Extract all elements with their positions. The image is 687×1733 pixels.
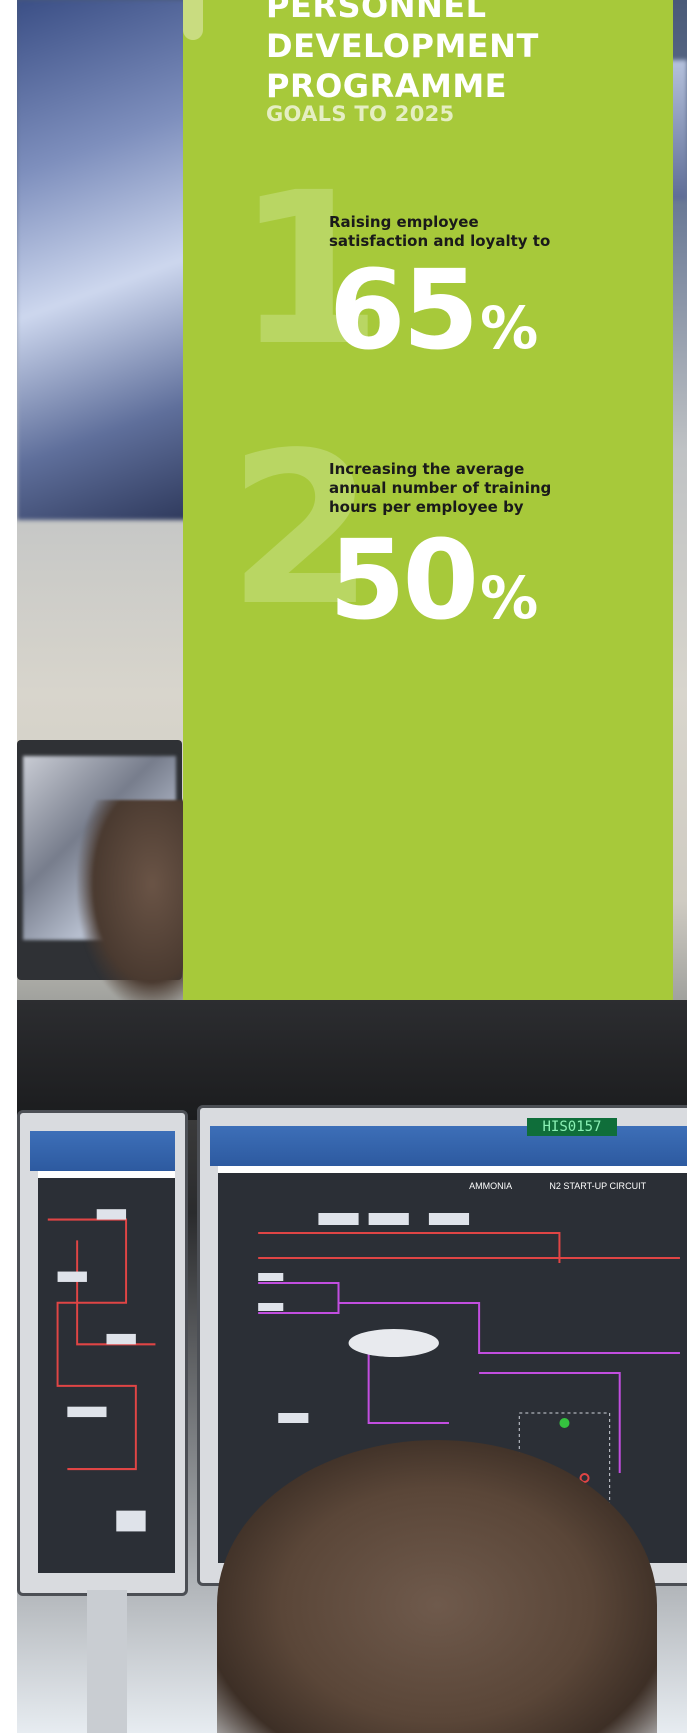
goal-value-unit-2: % <box>480 564 539 632</box>
goal-text-2: Increasing the average annual number of … <box>329 460 552 516</box>
control-desk <box>17 1000 687 1120</box>
left-monitor-diagram <box>38 1178 175 1573</box>
goal-value-unit-1: % <box>480 294 539 362</box>
heading-line-2: DEVELOPMENT <box>266 27 539 65</box>
card-tab-accent <box>183 0 203 40</box>
screen-label-ammonia: AMMONIA <box>469 1181 512 1191</box>
goal-value-number-1: 65 <box>329 246 479 374</box>
screen-label-circuit: N2 START-UP CIRCUIT <box>549 1181 646 1191</box>
heading-line-3: PROGRAMME <box>266 67 508 105</box>
monitor-id-text: HIS0157 <box>542 1119 602 1135</box>
monitor-id-tag: HIS0157 <box>527 1118 617 1136</box>
heading-line-1: PERSONNEL <box>266 0 487 25</box>
left-monitor-toolbar <box>30 1131 175 1171</box>
wall-display-screen <box>17 0 187 520</box>
goal-value-2: 50% <box>329 525 538 635</box>
goal-value-number-2: 50 <box>329 516 479 644</box>
left-process-diagram <box>47 1209 156 1532</box>
left-monitor <box>17 1110 188 1596</box>
goal-value-1: 65% <box>329 255 538 365</box>
monitor-stand <box>87 1590 127 1733</box>
programme-subheading: GOALS TO 2025 <box>266 102 455 126</box>
programme-heading: PERSONNEL DEVELOPMENT PROGRAMME <box>266 0 666 106</box>
